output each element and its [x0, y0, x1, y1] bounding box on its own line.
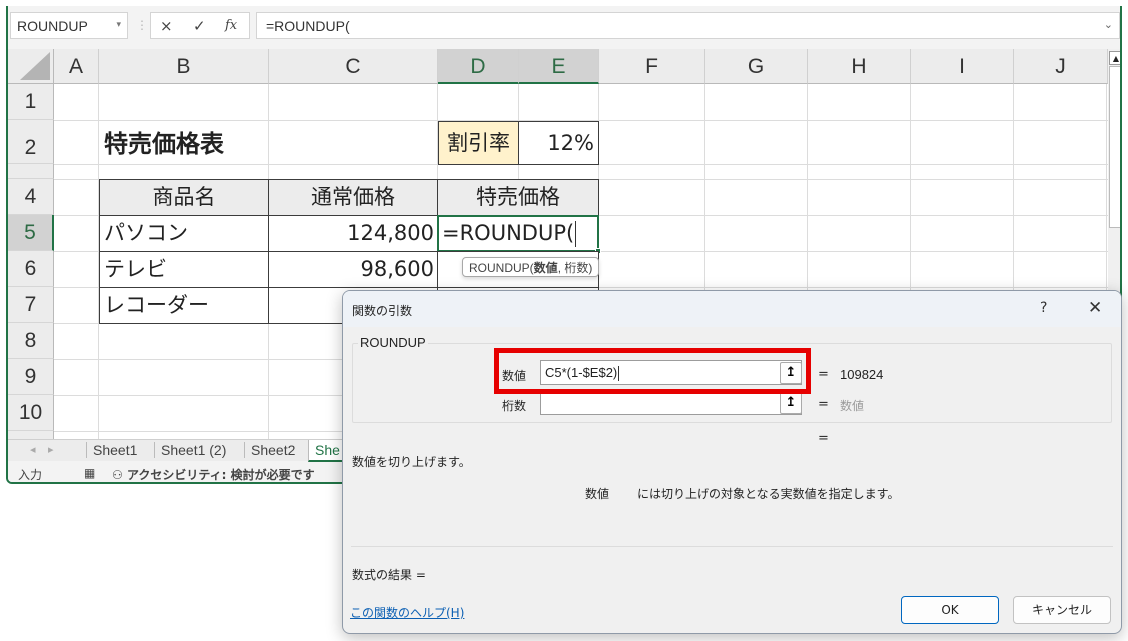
- product-name-cell[interactable]: パソコン: [99, 215, 269, 252]
- text-caret: [618, 366, 620, 382]
- function-tooltip[interactable]: ROUNDUP(数値, 桁数): [462, 257, 600, 277]
- equals-sign: =: [818, 397, 829, 412]
- accessibility-text: アクセシビリティ: 検討が必要です: [126, 468, 315, 482]
- row-header-9[interactable]: 9: [8, 359, 54, 395]
- close-icon[interactable]: ✕: [1088, 298, 1102, 318]
- column-header-d[interactable]: D: [438, 49, 519, 84]
- row-header-10[interactable]: 10: [8, 395, 54, 431]
- insert-function-icon[interactable]: fx: [225, 18, 237, 33]
- column-header-a[interactable]: A: [54, 49, 99, 84]
- row-header-1[interactable]: 1: [8, 84, 54, 120]
- active-cell-d5[interactable]: =ROUNDUP(: [437, 215, 601, 254]
- discount-rate-label[interactable]: 割引率: [438, 121, 519, 165]
- regular-price-cell[interactable]: 98,600: [268, 251, 438, 288]
- row-header-2[interactable]: 2: [8, 120, 54, 164]
- tab-prev-icon[interactable]: ◂: [30, 443, 36, 456]
- formula-input[interactable]: =ROUNDUP( ⌄: [256, 12, 1120, 39]
- number-arg-input[interactable]: C5*(1-$E$2): [540, 360, 802, 385]
- tab-active-sheet[interactable]: She: [308, 440, 346, 462]
- tab-sheet1[interactable]: Sheet1: [86, 442, 143, 458]
- select-all-button[interactable]: [8, 49, 54, 84]
- column-header-e[interactable]: E: [519, 49, 599, 84]
- dialog-titlebar[interactable]: 関数の引数 ? ✕: [343, 291, 1121, 327]
- function-arguments-dialog: 関数の引数 ? ✕ ROUNDUP 数値 C5*(1-$E$2) ↥ = 109…: [342, 290, 1122, 634]
- help-icon[interactable]: ?: [1040, 300, 1047, 316]
- function-name-label: ROUNDUP: [358, 335, 428, 350]
- header-sale-price[interactable]: 特売価格: [437, 179, 599, 216]
- header-regular-price[interactable]: 通常価格: [268, 179, 438, 216]
- digits-arg-result: 数値: [840, 399, 865, 413]
- function-help-link[interactable]: この関数のヘルプ(H): [350, 604, 464, 621]
- cancel-button[interactable]: キャンセル: [1013, 596, 1111, 624]
- row-header-8[interactable]: 8: [8, 323, 54, 359]
- tooltip-current-arg: 数値: [533, 261, 558, 275]
- formula-buttons: × ✓ fx: [150, 12, 250, 39]
- accessibility-status[interactable]: ⚇ アクセシビリティ: 検討が必要です: [112, 466, 315, 482]
- expand-formula-icon[interactable]: ⌄: [1104, 18, 1113, 31]
- arg-desc-name: 数値: [585, 487, 610, 501]
- function-result-equals: =: [818, 431, 829, 446]
- arg-description: には切り上げの対象となる実数値を指定します。: [637, 487, 900, 501]
- scroll-up-icon[interactable]: ▲: [1109, 51, 1120, 65]
- dialog-title: 関数の引数: [352, 304, 413, 318]
- name-box[interactable]: ROUNDUP ▾: [10, 12, 128, 39]
- discount-rate-value[interactable]: 12%: [518, 121, 599, 165]
- sheet-title[interactable]: 特売価格表: [104, 127, 224, 161]
- digits-arg-input[interactable]: [540, 392, 802, 415]
- product-name-cell[interactable]: レコーダー: [99, 287, 269, 324]
- tab-next-icon[interactable]: ▸: [48, 443, 54, 456]
- column-header-i[interactable]: I: [911, 49, 1014, 84]
- macro-record-icon[interactable]: ▦: [84, 466, 95, 480]
- equals-sign: =: [818, 367, 829, 382]
- chevron-down-icon[interactable]: ▾: [116, 19, 121, 30]
- collapse-dialog-icon[interactable]: ↥: [780, 362, 802, 384]
- column-header-c[interactable]: C: [269, 49, 438, 84]
- tooltip-rest: , 桁数): [557, 261, 593, 275]
- drag-handle-icon[interactable]: ⋮: [136, 18, 148, 32]
- tooltip-function: ROUNDUP(: [469, 261, 534, 275]
- text-caret: [575, 221, 577, 247]
- enter-icon[interactable]: ✓: [193, 17, 206, 35]
- ok-button[interactable]: OK: [901, 596, 999, 624]
- divider: [351, 546, 1113, 547]
- accessibility-icon: ⚇: [112, 468, 123, 482]
- cell-edit-text: =ROUNDUP(: [442, 221, 575, 245]
- row-header-7[interactable]: 7: [8, 287, 54, 323]
- column-header-f[interactable]: F: [599, 49, 705, 84]
- formula-result-label: 数式の結果 =: [352, 568, 426, 582]
- arg-label-digits: 桁数: [502, 399, 527, 413]
- formula-text: =ROUNDUP(: [266, 18, 350, 34]
- name-box-value: ROUNDUP: [17, 18, 88, 34]
- scrollbar-thumb[interactable]: [1109, 66, 1120, 228]
- header-product-name[interactable]: 商品名: [99, 179, 269, 216]
- number-arg-result: 109824: [840, 367, 884, 382]
- cancel-icon[interactable]: ×: [160, 17, 173, 35]
- arg-label-number: 数値: [502, 369, 527, 383]
- collapse-dialog-icon[interactable]: ↥: [780, 392, 802, 414]
- row-header-6[interactable]: 6: [8, 251, 54, 287]
- row-header-5[interactable]: 5: [8, 215, 54, 251]
- column-header-h[interactable]: H: [808, 49, 911, 84]
- tab-sheet1-2[interactable]: Sheet1 (2): [154, 442, 232, 458]
- row-header-4[interactable]: 4: [8, 179, 54, 215]
- column-header-g[interactable]: G: [705, 49, 808, 84]
- column-header-b[interactable]: B: [99, 49, 269, 84]
- tab-sheet2[interactable]: Sheet2: [244, 442, 301, 458]
- screen: ROUNDUP ▾ ⋮ × ✓ fx =ROUNDUP( ⌄ A B C D E…: [0, 0, 1128, 641]
- row-header-3[interactable]: [8, 164, 54, 179]
- regular-price-cell[interactable]: 124,800: [268, 215, 438, 252]
- status-mode: 入力: [18, 468, 43, 482]
- function-description: 数値を切り上げます。: [352, 455, 471, 469]
- number-arg-value: C5*(1-$E$2): [545, 365, 618, 380]
- product-name-cell[interactable]: テレビ: [99, 251, 269, 288]
- formula-bar: ROUNDUP ▾ ⋮ × ✓ fx =ROUNDUP( ⌄: [8, 12, 1120, 40]
- column-header-j[interactable]: J: [1014, 49, 1108, 84]
